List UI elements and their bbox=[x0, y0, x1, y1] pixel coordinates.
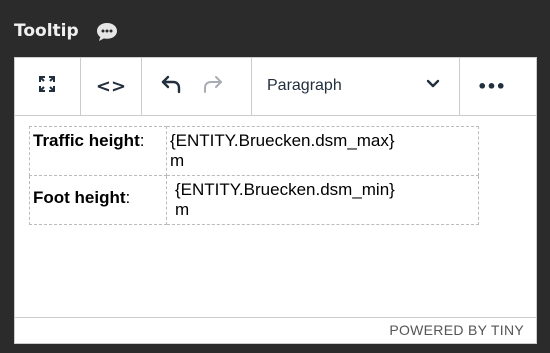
toolbar-separator bbox=[251, 58, 252, 115]
undo-icon bbox=[160, 74, 182, 99]
table-cell-label[interactable]: Traffic height: bbox=[29, 126, 167, 176]
table-cell-value[interactable]: {ENTITY.Bruecken.dsm_min} m bbox=[166, 175, 479, 225]
fullscreen-icon bbox=[37, 74, 57, 99]
rich-text-editor[interactable]: <> Paragraph ••• Traffic height: {ENTITY… bbox=[14, 57, 537, 344]
row-label: Foot height bbox=[33, 188, 126, 207]
editor-content[interactable]: Traffic height: {ENTITY.Bruecken.dsm_max… bbox=[15, 116, 536, 316]
block-format-select[interactable]: Paragraph bbox=[259, 66, 449, 106]
row-label: Traffic height bbox=[33, 131, 140, 150]
content-table[interactable]: Traffic height: {ENTITY.Bruecken.dsm_max… bbox=[29, 126, 479, 225]
row-value: {ENTITY.Bruecken.dsm_max} bbox=[170, 131, 395, 150]
table-row[interactable]: Foot height: {ENTITY.Bruecken.dsm_min} m bbox=[29, 175, 479, 225]
toolbar-separator bbox=[80, 58, 81, 115]
block-format-label: Paragraph bbox=[267, 77, 342, 94]
source-code-button[interactable]: <> bbox=[87, 66, 135, 106]
panel-title: Tooltip bbox=[14, 21, 79, 41]
editor-toolbar: <> Paragraph ••• bbox=[15, 58, 536, 116]
redo-button[interactable] bbox=[195, 66, 231, 106]
toolbar-separator bbox=[459, 58, 460, 115]
row-unit: m bbox=[170, 151, 185, 170]
row-unit: m bbox=[175, 200, 190, 219]
table-row[interactable]: Traffic height: {ENTITY.Bruecken.dsm_max… bbox=[29, 126, 479, 176]
more-button[interactable]: ••• bbox=[467, 66, 515, 106]
editor-statusbar: POWERED BY TINY bbox=[15, 317, 536, 343]
code-icon: <> bbox=[95, 75, 127, 97]
undo-button[interactable] bbox=[153, 66, 189, 106]
redo-icon bbox=[202, 74, 224, 99]
table-cell-value[interactable]: {ENTITY.Bruecken.dsm_max} m bbox=[166, 126, 479, 176]
powered-by-link[interactable]: POWERED BY TINY bbox=[389, 322, 524, 338]
panel-header: Tooltip bbox=[0, 0, 550, 54]
row-label-suffix: : bbox=[139, 131, 145, 150]
table-cell-label[interactable]: Foot height: bbox=[29, 175, 167, 225]
more-icon: ••• bbox=[477, 76, 506, 96]
chat-bubble-icon[interactable] bbox=[96, 22, 118, 47]
toolbar-separator bbox=[141, 58, 142, 115]
row-value: {ENTITY.Bruecken.dsm_min} bbox=[175, 180, 395, 199]
fullscreen-button[interactable] bbox=[27, 66, 67, 106]
row-label-suffix: : bbox=[125, 188, 131, 207]
chevron-down-icon bbox=[425, 77, 441, 95]
